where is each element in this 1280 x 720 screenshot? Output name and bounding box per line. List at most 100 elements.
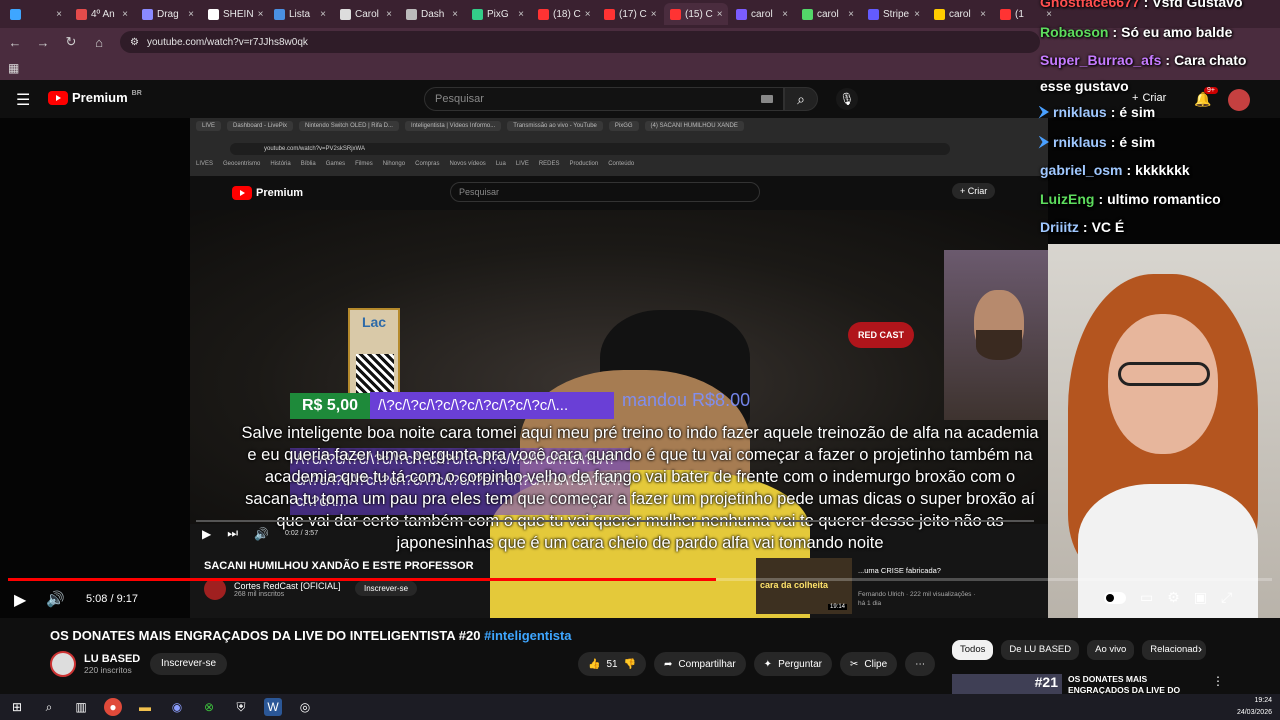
play-icon[interactable]: ▶ [14,590,26,610]
voice-search-button[interactable]: 🎙 [836,88,858,110]
word-icon[interactable]: W [264,698,282,716]
tab-favicon-icon [472,8,483,20]
browser-tab[interactable]: PixG × [466,3,530,25]
keyboard-icon[interactable] [761,95,773,103]
notifications-bell-icon[interactable]: 🔔 9+ [1194,87,1218,108]
tab-close-icon[interactable]: × [122,9,128,20]
donation-donor: /\?c/\?c/\?c/\?c/\?c/\?c/\?c/\... [370,392,615,419]
browser-tab[interactable]: (18) C × [532,3,596,25]
tab-close-icon[interactable]: × [188,9,194,20]
browser-tab[interactable]: (15) C × [664,3,728,25]
search-button[interactable]: ⌕ [784,87,818,111]
home-icon[interactable]: ⌂ [92,35,106,50]
chat-message: Driiitz: VC É [1040,219,1124,235]
recommended-thumbnail[interactable]: #21 [952,674,1062,694]
channel-avatar[interactable] [50,651,76,677]
account-avatar[interactable] [1228,89,1250,111]
site-info-icon[interactable]: ⚙ [130,37,139,48]
browser-tab[interactable]: (17) C × [598,3,662,25]
browser-tab[interactable]: Stripe × [862,3,926,25]
filter-chip[interactable]: De LU BASED [1001,640,1080,660]
like-button[interactable]: 👍 51 👎 [578,652,647,676]
tab-close-icon[interactable]: × [980,9,986,20]
video-hashtag[interactable]: #inteligentista [484,628,571,643]
youtube-logo[interactable]: Premium BR [48,90,142,105]
tab-close-icon[interactable]: × [518,9,524,20]
task-view-icon[interactable]: ▥ [72,698,90,716]
ask-button[interactable]: ✦ Perguntar [753,652,832,676]
discord-icon[interactable]: ◉ [168,698,186,716]
chat-text: ultimo romantico [1107,191,1221,207]
volume-icon[interactable]: 🔊 [46,590,65,608]
tab-label: Stripe [883,8,910,20]
back-icon[interactable]: ← [8,35,22,50]
browser-tab[interactable]: 4º An × [70,3,134,25]
address-bar[interactable]: ⚙ youtube.com/watch?v=r7JJhs8w0qk [120,31,1040,53]
browser-tab[interactable]: Lista × [268,3,332,25]
tab-close-icon[interactable]: × [782,9,788,20]
tab-close-icon[interactable]: × [848,9,854,20]
tab-close-icon[interactable]: × [1046,9,1052,20]
tab-close-icon[interactable]: × [452,9,458,20]
clip-button[interactable]: ✂ Clipe [839,652,898,676]
tab-close-icon[interactable]: × [651,9,657,20]
share-button[interactable]: ➦ Compartilhar [654,652,746,676]
theater-mode-icon[interactable]: ▣ [1194,589,1207,606]
more-actions-button[interactable]: ⋯ [905,652,936,676]
subscribe-button[interactable]: Inscrever-se [150,653,228,675]
tab-close-icon[interactable]: × [585,9,591,20]
browser-tab[interactable]: carol × [730,3,794,25]
create-button[interactable]: + Criar [1132,92,1166,104]
settings-icon[interactable]: ⚙ [1167,589,1180,606]
browser-tab[interactable]: × [4,3,68,25]
taskbar-search-icon[interactable]: ⌕ [40,698,58,716]
chevron-right-icon[interactable]: › [1198,642,1202,656]
recommended-video[interactable]: #21 OS DONATES MAIS ENGRAÇADOS DA LIVE D… [952,672,1232,694]
apps-icon[interactable]: ▦ [8,61,19,75]
file-explorer-icon[interactable]: ▬ [136,698,154,716]
more-options-icon[interactable]: ⋮ [1212,674,1224,688]
scissors-icon: ✂ [849,658,859,670]
tab-close-icon[interactable]: × [914,9,920,20]
channel-info[interactable]: LU BASED 220 inscritos [50,651,140,677]
tab-favicon-icon [340,8,351,20]
xbox-icon[interactable]: ⊗ [200,698,218,716]
chat-text: Só eu amo balde [1121,24,1233,40]
windows-start-icon[interactable]: ⊞ [8,698,26,716]
tab-close-icon[interactable]: × [386,9,392,20]
dislike-icon[interactable]: 👎 [624,659,636,670]
menu-icon[interactable]: ☰ [16,90,30,110]
chat-username: Driiitz [1040,219,1079,235]
browser-tab[interactable]: carol × [796,3,860,25]
shield-icon[interactable]: ⛨ [232,698,250,716]
channel-name[interactable]: LU BASED [84,653,140,665]
captured-volume-icon: 🔊 [254,526,269,541]
browser-tab[interactable]: Dash × [400,3,464,25]
tab-close-icon[interactable]: × [258,9,264,20]
system-clock[interactable]: 19:24 24/03/2026 [1237,694,1272,719]
tab-close-icon[interactable]: × [717,9,723,20]
tab-close-icon[interactable]: × [56,9,62,20]
forward-icon[interactable]: → [36,35,50,50]
subtitles-icon[interactable]: ▭ [1140,589,1153,606]
reload-icon[interactable]: ↻ [64,34,78,50]
obs-icon[interactable]: ◎ [296,698,314,716]
tab-close-icon[interactable]: × [320,9,326,20]
recommended-title[interactable]: OS DONATES MAIS ENGRAÇADOS DA LIVE DO [1068,674,1208,694]
captured-channel-avatar [204,578,226,600]
filter-chip[interactable]: Ao vivo [1087,640,1135,660]
video-title-text: OS DONATES MAIS ENGRAÇADOS DA LIVE DO IN… [50,628,481,643]
filter-chip[interactable]: Todos [952,640,994,660]
captured-browser-chrome: LIVE Dashboard - LivePix Nintendo Switch O… [190,118,1048,176]
search-input[interactable]: Pesquisar [424,87,784,111]
fullscreen-icon[interactable]: ⤢ [1221,589,1232,606]
progress-bar[interactable] [8,578,1272,581]
browser-tab[interactable]: Carol × [334,3,398,25]
browser-tab[interactable]: carol × [928,3,992,25]
autoplay-toggle[interactable] [1104,591,1126,604]
chrome-icon[interactable]: ● [104,698,122,716]
chat-username: rniklaus [1053,134,1107,150]
browser-tab[interactable]: SHEIN × [202,3,266,25]
filter-chip[interactable]: Relacionad [1142,640,1206,660]
browser-tab[interactable]: Drag × [136,3,200,25]
